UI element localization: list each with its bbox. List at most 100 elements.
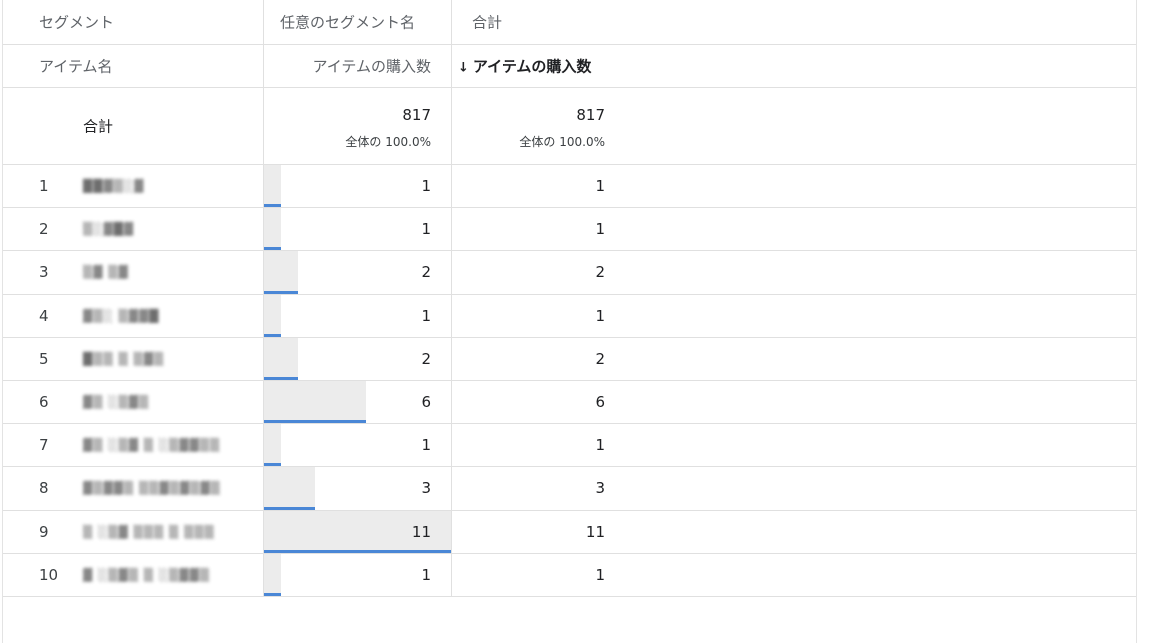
segment-value-bar-indicator bbox=[264, 290, 298, 294]
totals-total-pct: 全体の 100.0% bbox=[519, 135, 605, 149]
total-metric-label: アイテムの購入数 bbox=[472, 57, 592, 76]
total-value: 1 bbox=[595, 177, 605, 196]
row-index: 9 bbox=[39, 522, 49, 541]
item-name-text: ▓ ░▒▓▒ ▒ ░▒▓▓▒ bbox=[83, 567, 210, 582]
total-value-cell: 2 bbox=[452, 338, 1136, 380]
segment-label: セグメント bbox=[39, 13, 115, 32]
item-name-cell: 4 ▓▒░ ▒▓▓█ bbox=[3, 294, 263, 337]
total-value: 2 bbox=[595, 349, 605, 368]
totals-segment-value: 817 bbox=[402, 106, 431, 124]
item-name-cell: 2 ▒░▓█▓ bbox=[3, 208, 263, 251]
table-row[interactable]: 10 ▓ ░▒▓▒ ▒ ░▒▓▓▒ 1 1 bbox=[3, 553, 1136, 597]
item-name-cell: 3 ▒▓ ▒▓ bbox=[3, 251, 263, 294]
segment-value-bar bbox=[264, 251, 298, 294]
segment-value: 1 bbox=[421, 177, 431, 196]
segment-value-bar-indicator bbox=[264, 463, 281, 467]
item-name-cell: 10 ▓ ░▒▓▒ ▒ ░▒▓▓▒ bbox=[3, 553, 263, 596]
row-index: 10 bbox=[39, 565, 59, 584]
totals-segment-pct: 全体の 100.0% bbox=[345, 135, 431, 149]
segment-value-bar-indicator bbox=[264, 247, 281, 251]
segment-value-cell: 3 bbox=[263, 467, 452, 510]
segment-value: 2 bbox=[421, 349, 431, 368]
table-row[interactable]: 9 ▒ ░▒▓ ▒▒▒ ▒ ▒▒▒ 11 11 bbox=[3, 510, 1136, 554]
row-index: 3 bbox=[39, 263, 49, 282]
row-index: 4 bbox=[39, 306, 49, 325]
table-row[interactable]: 7 ▓▒ ░▒▓ ▒ ░▒▓▓▒▒ 1 1 bbox=[3, 424, 1136, 468]
segment-value-cell: 1 bbox=[263, 553, 452, 596]
table-row[interactable]: 1 ██▓▒░▓ 1 1 bbox=[3, 165, 1136, 209]
table-row[interactable]: 8 ▓▒▓▓▒ ▒▒▓▒▓▒▓▒ 3 3 bbox=[3, 467, 1136, 511]
segment-name-header-cell[interactable]: 任意のセグメント名 bbox=[263, 0, 452, 44]
item-name-cell: 9 ▒ ░▒▓ ▒▒▒ ▒ ▒▒▒ bbox=[3, 510, 263, 553]
segment-value-bar-indicator bbox=[264, 333, 281, 337]
item-name-text: █▒▒ ▒ ▒▓▒ bbox=[83, 351, 165, 366]
item-name-redacted: ▒▓ ▒▓ bbox=[69, 251, 249, 294]
segment-value-bar bbox=[264, 165, 281, 208]
totals-label-cell: 合計 bbox=[3, 88, 263, 164]
segment-value-cell: 2 bbox=[263, 251, 452, 294]
table-row[interactable]: 2 ▒░▓█▓ 1 1 bbox=[3, 208, 1136, 252]
segment-value-bar-indicator bbox=[264, 204, 281, 208]
segment-value: 11 bbox=[411, 522, 431, 541]
segment-value: 3 bbox=[421, 479, 431, 498]
total-value: 3 bbox=[595, 479, 605, 498]
sort-descending-icon: ↓ bbox=[458, 60, 469, 76]
item-name-redacted: ▓▒▓▓▒ ▒▒▓▒▓▒▓▒ bbox=[69, 467, 249, 510]
total-value: 1 bbox=[595, 306, 605, 325]
total-value: 1 bbox=[595, 220, 605, 239]
segment-value-bar bbox=[264, 381, 366, 424]
table-row[interactable]: 6 ▓▒ ░▒▓▒ 6 6 bbox=[3, 381, 1136, 425]
item-name-header-cell[interactable]: アイテム名 bbox=[3, 45, 263, 87]
totals-label: 合計 bbox=[83, 117, 114, 136]
total-metric-sorted-header: ↓ アイテムの購入数 bbox=[458, 56, 591, 77]
item-name-text: ▒ ░▒▓ ▒▒▒ ▒ ▒▒▒ bbox=[83, 524, 215, 539]
total-metric-header-cell[interactable]: ↓ アイテムの購入数 bbox=[452, 45, 1136, 87]
item-name-text: ▓▒ ░▒▓▒ bbox=[83, 395, 150, 410]
segment-value-bar-indicator bbox=[264, 549, 451, 553]
row-index: 6 bbox=[39, 393, 49, 412]
segment-header-cell: セグメント bbox=[3, 0, 263, 44]
segment-value-bar-indicator bbox=[264, 506, 315, 510]
segment-name-label: 任意のセグメント名 bbox=[280, 13, 416, 32]
segment-value-bar-indicator bbox=[264, 592, 281, 596]
item-name-redacted: ▓▒ ░▒▓▒ bbox=[69, 381, 249, 424]
segment-value-bar bbox=[264, 294, 281, 337]
total-value-cell: 1 bbox=[452, 208, 1136, 250]
total-value: 1 bbox=[595, 436, 605, 455]
item-name-text: ▒▓ ▒▓ bbox=[83, 265, 129, 280]
segment-value-bar bbox=[264, 337, 298, 380]
segment-value-cell: 1 bbox=[263, 165, 452, 208]
total-header-cell[interactable]: 合計 bbox=[452, 0, 1136, 44]
total-value-cell: 1 bbox=[452, 554, 1136, 596]
item-name-cell: 8 ▓▒▓▓▒ ▒▒▓▒▓▒▓▒ bbox=[3, 467, 263, 510]
total-value-cell: 6 bbox=[452, 381, 1136, 423]
item-name-redacted: ██▓▒░▓ bbox=[69, 165, 249, 208]
item-name-redacted: ▓ ░▒▓▒ ▒ ░▒▓▓▒ bbox=[69, 553, 249, 596]
segment-value-bar bbox=[264, 553, 281, 596]
table-row[interactable]: 4 ▓▒░ ▒▓▓█ 1 1 bbox=[3, 294, 1136, 338]
table-row[interactable]: 5 █▒▒ ▒ ▒▓▒ 2 2 bbox=[3, 337, 1136, 381]
total-value: 11 bbox=[585, 522, 605, 541]
total-value-cell: 2 bbox=[452, 251, 1136, 293]
total-value-cell: 11 bbox=[452, 511, 1136, 553]
item-name-cell: 5 █▒▒ ▒ ▒▓▒ bbox=[3, 337, 263, 380]
total-value-cell: 1 bbox=[452, 165, 1136, 207]
total-value: 6 bbox=[595, 393, 605, 412]
item-name-redacted: ▒ ░▒▓ ▒▒▒ ▒ ▒▒▒ bbox=[69, 510, 249, 553]
row-index: 2 bbox=[39, 220, 49, 239]
segment-value: 1 bbox=[421, 220, 431, 239]
segment-value: 6 bbox=[421, 393, 431, 412]
header-row-metrics: アイテム名 アイテムの購入数 ↓ アイテムの購入数 bbox=[3, 45, 1136, 88]
segment-value-bar bbox=[264, 208, 281, 251]
segment-metric-header-cell[interactable]: アイテムの購入数 bbox=[263, 45, 452, 87]
item-name-redacted: ▒░▓█▓ bbox=[69, 208, 249, 251]
item-name-text: ▒░▓█▓ bbox=[83, 222, 135, 237]
item-name-redacted: ▓▒░ ▒▓▓█ bbox=[69, 294, 249, 337]
item-name-redacted: ▓▒ ░▒▓ ▒ ░▒▓▓▒▒ bbox=[69, 424, 249, 467]
segment-value-cell: 1 bbox=[263, 208, 452, 251]
row-index: 8 bbox=[39, 479, 49, 498]
table-row[interactable]: 3 ▒▓ ▒▓ 2 2 bbox=[3, 251, 1136, 295]
total-value-cell: 3 bbox=[452, 467, 1136, 509]
segment-value-cell: 11 bbox=[263, 510, 452, 553]
total-value: 1 bbox=[595, 565, 605, 584]
